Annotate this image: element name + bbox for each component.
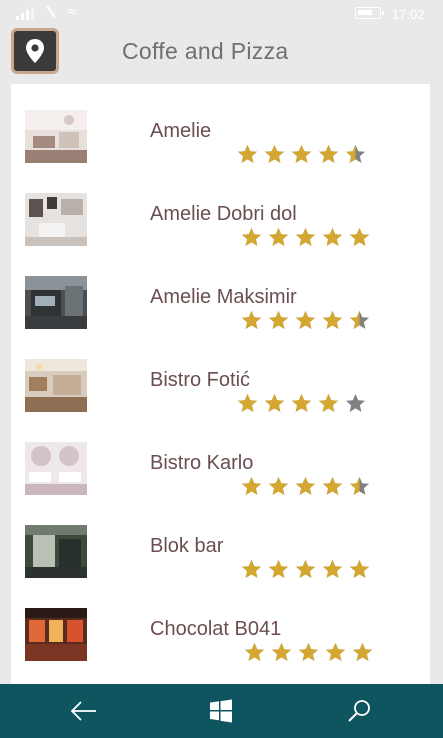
- star-icon: [318, 144, 339, 163]
- star-icon: [295, 310, 316, 329]
- star-rating: [240, 476, 371, 496]
- no-data-icon: [44, 6, 60, 20]
- list-item[interactable]: Amelie Maksimir: [11, 250, 430, 333]
- star-rating: [236, 144, 367, 164]
- place-photo: [25, 193, 87, 246]
- place-name: Bistro Karlo: [150, 452, 254, 474]
- star-icon: [345, 393, 366, 412]
- place-name: Bistro Fotić: [150, 369, 251, 391]
- star-rating: [240, 227, 371, 247]
- star-icon: [244, 642, 265, 661]
- search-icon: [348, 700, 370, 722]
- star-icon: [349, 227, 370, 246]
- star-icon: [241, 559, 262, 578]
- star-icon: [291, 144, 312, 163]
- signal-icon: [16, 6, 38, 20]
- navigation-bar: [0, 684, 443, 738]
- star-icon: [349, 559, 370, 578]
- back-button[interactable]: [64, 694, 104, 728]
- back-arrow-icon: [70, 701, 96, 721]
- place-name: Amelie Dobri dol: [150, 203, 297, 225]
- battery-icon: [355, 7, 384, 19]
- star-icon: [241, 310, 262, 329]
- star-rating: [243, 642, 374, 662]
- star-icon: [322, 310, 343, 329]
- place-photo: [25, 276, 87, 329]
- star-rating: [240, 310, 371, 330]
- page-title: Coffe and Pizza: [122, 38, 289, 64]
- place-photo: [25, 442, 87, 495]
- star-icon: [264, 144, 285, 163]
- star-icon: [322, 559, 343, 578]
- place-name: Blok bar: [150, 535, 224, 557]
- app-logo[interactable]: [11, 28, 59, 74]
- place-photo: [25, 359, 87, 412]
- star-icon: [291, 393, 312, 412]
- star-icon: [237, 144, 258, 163]
- star-icon: [295, 559, 316, 578]
- star-icon: [295, 476, 316, 495]
- windows-logo-icon: [210, 699, 232, 723]
- star-icon: [268, 227, 289, 246]
- star-icon: [264, 393, 285, 412]
- list-item[interactable]: Chocolat B041: [11, 582, 430, 665]
- star-icon: [345, 144, 366, 163]
- star-icon: [237, 393, 258, 412]
- status-bar: ≈ 17:02: [0, 0, 443, 30]
- map-pin-icon: [26, 39, 44, 63]
- clock: 17:02: [392, 7, 425, 22]
- place-name: Chocolat B041: [150, 618, 282, 640]
- list-item[interactable]: Blok bar: [11, 499, 430, 582]
- place-photo: [25, 110, 87, 163]
- list-item[interactable]: Bistro Karlo: [11, 416, 430, 499]
- star-rating: [240, 559, 371, 579]
- star-icon: [268, 476, 289, 495]
- list-item[interactable]: Amelie: [11, 84, 430, 167]
- place-photo: [25, 608, 87, 661]
- list-item[interactable]: Amelie Dobri dol: [11, 167, 430, 250]
- star-icon: [298, 642, 319, 661]
- star-icon: [322, 227, 343, 246]
- star-icon: [325, 642, 346, 661]
- star-icon: [349, 310, 370, 329]
- star-icon: [268, 310, 289, 329]
- place-photo: [25, 525, 87, 578]
- place-name: Amelie Maksimir: [150, 286, 297, 308]
- star-icon: [352, 642, 373, 661]
- places-list[interactable]: Amelie Amelie Dobri dol Amelie Maksimir …: [11, 84, 430, 684]
- star-icon: [241, 227, 262, 246]
- list-item[interactable]: Bistro Fotić: [11, 333, 430, 416]
- place-name: Amelie: [150, 120, 212, 142]
- star-icon: [322, 476, 343, 495]
- star-rating: [236, 393, 367, 413]
- star-icon: [241, 476, 262, 495]
- star-icon: [318, 393, 339, 412]
- star-icon: [268, 559, 289, 578]
- star-icon: [349, 476, 370, 495]
- search-button[interactable]: [339, 694, 379, 728]
- wifi-icon: ≈: [68, 3, 76, 19]
- star-icon: [295, 227, 316, 246]
- app-header: Coffe and Pizza: [0, 28, 443, 76]
- start-button[interactable]: [201, 694, 241, 728]
- star-icon: [271, 642, 292, 661]
